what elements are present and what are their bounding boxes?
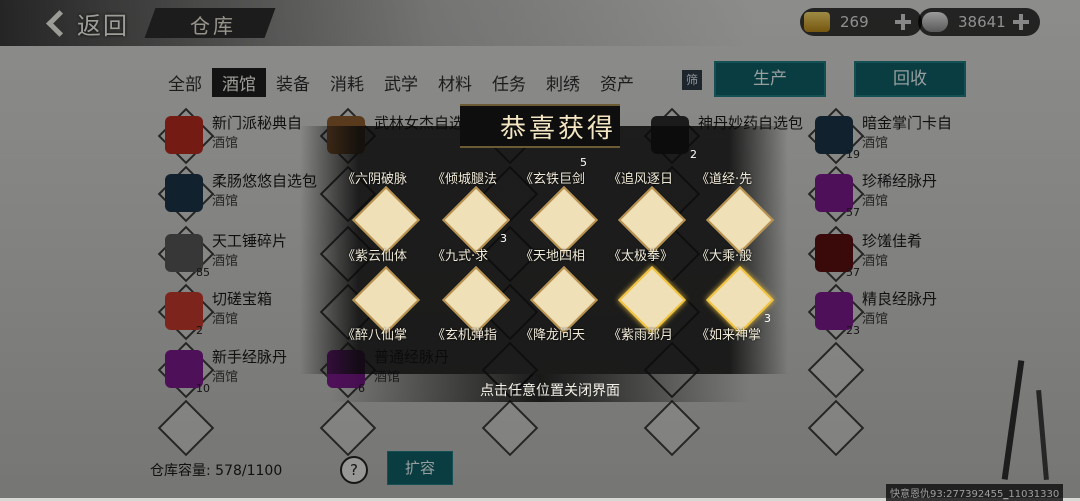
reward-name: 《天地四相 xyxy=(520,249,586,264)
reward-name: 《太极拳》 xyxy=(608,249,674,264)
popup-title: 恭喜获得 xyxy=(500,114,617,144)
reward-name: 《紫雨邪月 xyxy=(608,328,674,343)
reward-count: 3 xyxy=(764,312,771,325)
reward-name: 《道经·先 xyxy=(696,172,753,187)
reward-name: 《玄铁巨剑 xyxy=(520,172,586,187)
reward-name: 《大乘·般 xyxy=(696,249,753,264)
reward-name: 《九式·求 xyxy=(432,249,489,264)
reward-count: 5 xyxy=(580,156,587,169)
reward-name: 《降龙问天 xyxy=(520,328,586,343)
reward-name: 《如来神掌 xyxy=(696,328,762,343)
reward-name: 《追风逐日 xyxy=(608,172,674,187)
reward-count: 3 xyxy=(500,232,507,245)
reward-name: 《醉八仙掌 xyxy=(342,328,408,343)
reward-count: 2 xyxy=(690,148,697,161)
reward-name: 《玄机弹指 xyxy=(432,328,498,343)
close-hint[interactable]: 点击任意位置关闭界面 xyxy=(480,380,620,400)
reward-name: 《倾城腿法 xyxy=(432,172,498,187)
reward-name: 《六阴破脉 xyxy=(342,172,408,187)
reward-name: 《紫云仙体 xyxy=(342,249,408,264)
